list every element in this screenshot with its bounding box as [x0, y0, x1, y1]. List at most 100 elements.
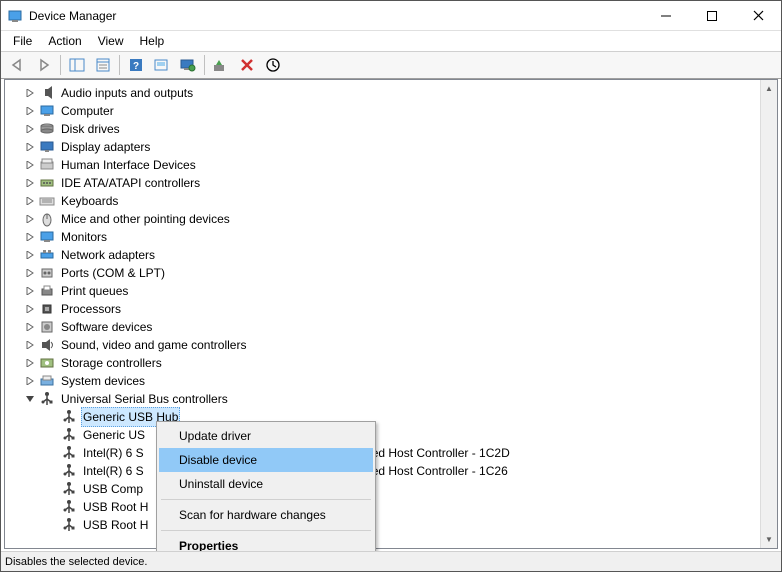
- tree-node-label: Intel(R) 6 S: [81, 444, 146, 462]
- mouse-icon: [39, 211, 55, 227]
- maximize-button[interactable]: [689, 1, 735, 30]
- tree-node-label: System devices: [59, 372, 147, 390]
- tree-node[interactable]: Computer: [9, 102, 777, 120]
- ide-icon: [39, 175, 55, 191]
- audio-icon: [39, 85, 55, 101]
- tree-node[interactable]: Audio inputs and outputs: [9, 84, 777, 102]
- cm-uninstall-device[interactable]: Uninstall device: [159, 472, 373, 496]
- tree-node[interactable]: Universal Serial Bus controllers: [9, 390, 777, 408]
- tree-node-label: Display adapters: [59, 138, 152, 156]
- expand-icon[interactable]: [23, 338, 37, 352]
- tree-node[interactable]: Storage controllers: [9, 354, 777, 372]
- tree-node-label: Ports (COM & LPT): [59, 264, 167, 282]
- cm-disable-device[interactable]: Disable device: [159, 448, 373, 472]
- scroll-down-icon[interactable]: ▼: [761, 531, 777, 548]
- expand-icon[interactable]: [23, 248, 37, 262]
- expand-icon[interactable]: [23, 266, 37, 280]
- forward-button[interactable]: [32, 53, 56, 77]
- tree-node[interactable]: System devices: [9, 372, 777, 390]
- monitor-refresh-button[interactable]: [176, 53, 200, 77]
- disk-icon: [39, 121, 55, 137]
- expand-icon[interactable]: [23, 212, 37, 226]
- tree-node[interactable]: Display adapters: [9, 138, 777, 156]
- cm-update-driver[interactable]: Update driver: [159, 424, 373, 448]
- usb-icon: [61, 481, 77, 497]
- tree-node[interactable]: Disk drives: [9, 120, 777, 138]
- close-button[interactable]: [735, 1, 781, 30]
- help-button[interactable]: ?: [124, 53, 148, 77]
- computer-icon: [39, 103, 55, 119]
- expand-icon[interactable]: [23, 284, 37, 298]
- tree-node-label: Print queues: [59, 282, 130, 300]
- tree-node[interactable]: Intel(R) 6 Sced Host Controller - 1C26: [9, 462, 777, 480]
- window-title: Device Manager: [29, 9, 643, 23]
- tree-node[interactable]: Print queues: [9, 282, 777, 300]
- expand-icon[interactable]: [23, 176, 37, 190]
- tree-node-label: Software devices: [59, 318, 154, 336]
- cm-scan-hardware[interactable]: Scan for hardware changes: [159, 503, 373, 527]
- tree-node[interactable]: Mice and other pointing devices: [9, 210, 777, 228]
- tree-node[interactable]: USB Root H: [9, 498, 777, 516]
- cm-separator: [161, 530, 371, 531]
- tree-node[interactable]: USB Root H: [9, 516, 777, 534]
- tree-node-label: Generic US: [81, 426, 147, 444]
- tree-node-label: Mice and other pointing devices: [59, 210, 232, 228]
- tree-node[interactable]: Intel(R) 6 Sced Host Controller - 1C2D: [9, 444, 777, 462]
- expand-icon[interactable]: [23, 86, 37, 100]
- expand-icon[interactable]: [23, 356, 37, 370]
- expand-icon[interactable]: [23, 374, 37, 388]
- expand-icon[interactable]: [23, 158, 37, 172]
- vertical-scrollbar[interactable]: ▲ ▼: [760, 80, 777, 548]
- system-icon: [39, 373, 55, 389]
- titlebar: Device Manager: [1, 1, 781, 31]
- show-hide-tree-button[interactable]: [65, 53, 89, 77]
- tree-node[interactable]: Software devices: [9, 318, 777, 336]
- tree-node[interactable]: Sound, video and game controllers: [9, 336, 777, 354]
- tree-node[interactable]: Ports (COM & LPT): [9, 264, 777, 282]
- menu-view[interactable]: View: [90, 32, 132, 50]
- hid-icon: [39, 157, 55, 173]
- menu-file[interactable]: File: [5, 32, 40, 50]
- tree-node-label: Storage controllers: [59, 354, 164, 372]
- update-driver-button[interactable]: [209, 53, 233, 77]
- expand-icon[interactable]: [23, 230, 37, 244]
- tree-node[interactable]: Processors: [9, 300, 777, 318]
- menu-help[interactable]: Help: [132, 32, 173, 50]
- back-button[interactable]: [6, 53, 30, 77]
- scroll-up-icon[interactable]: ▲: [761, 80, 777, 97]
- usb-icon: [39, 391, 55, 407]
- tree-node[interactable]: Keyboards: [9, 192, 777, 210]
- display-icon: [39, 139, 55, 155]
- printer-icon: [39, 283, 55, 299]
- expand-icon[interactable]: [23, 302, 37, 316]
- menu-action[interactable]: Action: [40, 32, 89, 50]
- collapse-icon[interactable]: [23, 392, 37, 406]
- expand-icon[interactable]: [23, 194, 37, 208]
- tree-node[interactable]: Human Interface Devices: [9, 156, 777, 174]
- storage-icon: [39, 355, 55, 371]
- tree-node[interactable]: IDE ATA/ATAPI controllers: [9, 174, 777, 192]
- disable-button[interactable]: [261, 53, 285, 77]
- usb-icon: [61, 463, 77, 479]
- tree-node-label: Keyboards: [59, 192, 120, 210]
- tree-node[interactable]: Network adapters: [9, 246, 777, 264]
- tree-node[interactable]: Generic US: [9, 426, 777, 444]
- tree-node[interactable]: Generic USB Hub: [9, 408, 777, 426]
- tree-node-label: Human Interface Devices: [59, 156, 198, 174]
- toolbar: ?: [1, 51, 781, 79]
- properties-button[interactable]: [91, 53, 115, 77]
- software-icon: [39, 319, 55, 335]
- expand-icon[interactable]: [23, 122, 37, 136]
- minimize-button[interactable]: [643, 1, 689, 30]
- usb-icon: [61, 499, 77, 515]
- expand-icon[interactable]: [23, 104, 37, 118]
- scan-button[interactable]: [150, 53, 174, 77]
- expand-icon[interactable]: [23, 320, 37, 334]
- tree-node-label: Processors: [59, 300, 123, 318]
- device-tree[interactable]: Audio inputs and outputsComputerDisk dri…: [5, 80, 777, 548]
- uninstall-button[interactable]: [235, 53, 259, 77]
- tree-node[interactable]: Monitors: [9, 228, 777, 246]
- tree-node[interactable]: USB Comp: [9, 480, 777, 498]
- expand-icon[interactable]: [23, 140, 37, 154]
- tree-node-label-suffix: ced Host Controller - 1C26: [366, 462, 508, 480]
